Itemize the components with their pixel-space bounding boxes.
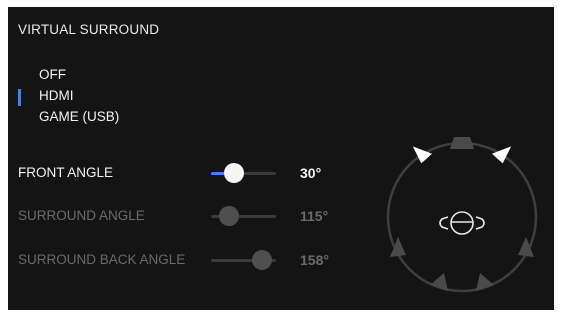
front-right-speaker-icon bbox=[491, 146, 512, 164]
selection-indicator bbox=[18, 89, 21, 106]
center-speaker-icon bbox=[450, 137, 474, 149]
speaker-layout-diagram bbox=[386, 137, 538, 293]
surround-angle-slider[interactable] bbox=[211, 206, 276, 226]
front-angle-value: 30° bbox=[300, 165, 322, 181]
surround-angle-knob[interactable] bbox=[219, 206, 240, 226]
surround-back-angle-knob[interactable] bbox=[251, 250, 272, 270]
surround-angle-label: SURROUND ANGLE bbox=[18, 208, 145, 223]
front-angle-label: FRONT ANGLE bbox=[18, 165, 114, 180]
section-title: VIRTUAL SURROUND bbox=[18, 22, 160, 37]
option-off[interactable]: OFF bbox=[39, 67, 66, 82]
surround-back-angle-label: SURROUND BACK ANGLE bbox=[18, 252, 186, 267]
front-angle-knob[interactable] bbox=[223, 163, 244, 183]
option-hdmi[interactable]: HDMI bbox=[39, 88, 74, 103]
front-angle-slider[interactable] bbox=[211, 163, 276, 183]
surround-back-angle-slider[interactable] bbox=[211, 250, 276, 270]
virtual-surround-panel: VIRTUAL SURROUND OFF HDMI GAME (USB) FRO… bbox=[8, 7, 554, 310]
surround-angle-value: 115° bbox=[300, 208, 329, 224]
head-icon bbox=[439, 211, 485, 235]
option-game-usb[interactable]: GAME (USB) bbox=[39, 109, 119, 124]
surround-ring bbox=[386, 141, 538, 293]
surround-back-angle-value: 158° bbox=[300, 252, 329, 268]
front-left-speaker-icon bbox=[412, 146, 433, 164]
